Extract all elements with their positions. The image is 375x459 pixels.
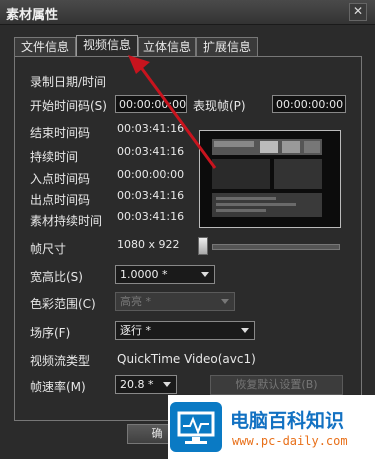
stream-type-label: 视频流类型 <box>30 354 91 368</box>
stream-type-value: QuickTime Video(avc1) <box>117 352 256 366</box>
chevron-down-icon <box>241 328 249 333</box>
color-range-value: 高亮 * <box>120 295 151 308</box>
watermark-logo <box>170 402 222 452</box>
chevron-down-icon <box>221 299 229 304</box>
aspect-ratio-value: 1.0000 * <box>120 268 168 281</box>
chevron-down-icon <box>163 382 171 387</box>
aspect-ratio-label: 宽高比(S) <box>30 270 83 284</box>
frame-size-slider-track <box>212 244 340 250</box>
frame-size-slider-handle[interactable] <box>198 237 208 255</box>
frame-rate-select[interactable]: 20.8 * <box>115 375 177 394</box>
frame-rate-label: 帧速率(M) <box>30 380 86 394</box>
color-range-select: 高亮 * <box>115 292 235 311</box>
field-order-select[interactable]: 逐行 * <box>115 321 255 340</box>
frame-rate-value: 20.8 * <box>120 378 154 391</box>
aspect-ratio-select[interactable]: 1.0000 * <box>115 265 215 284</box>
watermark-url: www.pc-daily.com <box>232 434 348 448</box>
field-order-label: 场序(F) <box>30 326 71 340</box>
watermark-title: 电脑百科知识 <box>230 410 345 432</box>
color-range-label: 色彩范围(C) <box>30 297 96 311</box>
frame-size-value: 1080 x 922 <box>117 238 180 251</box>
chevron-down-icon <box>201 272 209 277</box>
field-order-value: 逐行 * <box>120 324 151 337</box>
frame-size-label: 帧尺寸 <box>30 242 67 256</box>
monitor-icon <box>177 411 215 444</box>
restore-default-button: 恢复默认设置(B) <box>210 375 343 395</box>
